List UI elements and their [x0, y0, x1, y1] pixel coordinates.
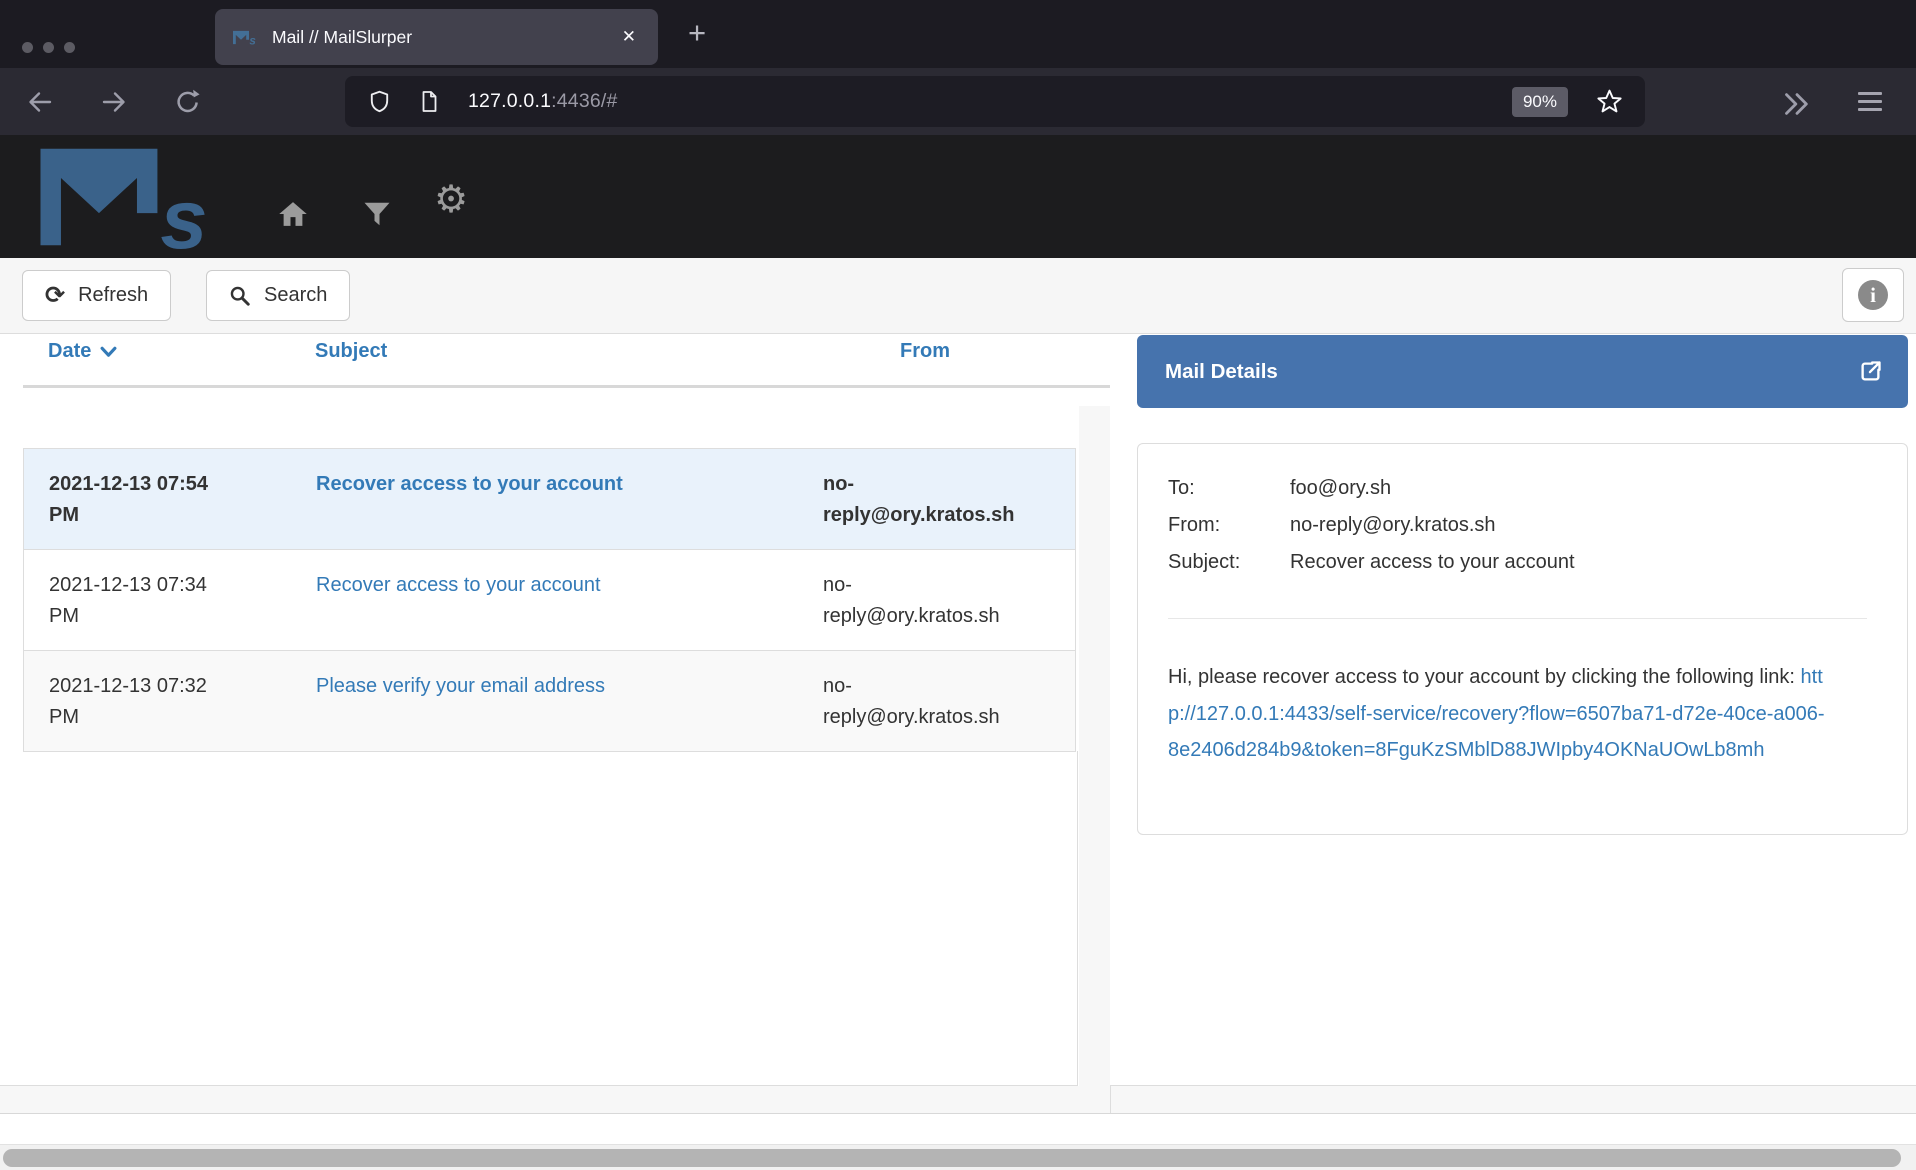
tab-bar: s Mail // MailSlurper ✕ +	[0, 0, 1916, 68]
mail-list-header: Date Subject From	[23, 340, 1110, 388]
settings-gear-icon[interactable]: ⚙	[434, 181, 468, 219]
window-control-dot[interactable]	[22, 42, 33, 53]
mail-body-text: Hi, please recover access to your accoun…	[1168, 666, 1801, 688]
bottom-strip	[0, 1086, 1916, 1114]
sort-desc-chevron-icon	[100, 346, 117, 358]
zoom-level-badge[interactable]: 90%	[1512, 87, 1568, 117]
reload-icon[interactable]	[174, 88, 202, 116]
window-control-dot[interactable]	[64, 42, 75, 53]
refresh-button[interactable]: ⟳ Refresh	[22, 270, 171, 321]
info-button[interactable]: i	[1842, 268, 1904, 322]
app-toolbar: ⟳ Refresh Search i	[0, 258, 1916, 334]
left-panel-border	[1077, 751, 1078, 1085]
mailslurper-favicon: s	[233, 29, 259, 46]
column-header-subject[interactable]: Subject	[307, 340, 805, 363]
mailslurper-logo[interactable]: s	[33, 140, 238, 254]
app-navbar: s ⚙	[0, 135, 1916, 258]
subject-value: Recover access to your account	[1290, 544, 1867, 581]
new-tab-button[interactable]: +	[688, 15, 706, 51]
home-icon[interactable]	[278, 199, 308, 229]
mail-row-from: no-reply@ory.kratos.sh	[798, 671, 1075, 733]
column-header-from[interactable]: From	[805, 340, 1110, 363]
back-icon[interactable]	[26, 88, 54, 116]
window-controls[interactable]	[22, 42, 75, 53]
forward-icon[interactable]	[100, 88, 128, 116]
mail-details-card: To: foo@ory.sh From: no-reply@ory.kratos…	[1137, 443, 1908, 835]
mail-details-title: Mail Details	[1165, 360, 1857, 384]
horizontal-scrollbar-thumb[interactable]	[3, 1149, 1901, 1167]
svg-text:s: s	[160, 171, 207, 254]
menu-hamburger-icon[interactable]	[1858, 92, 1882, 117]
search-button[interactable]: Search	[206, 270, 350, 321]
tab-title: Mail // MailSlurper	[272, 27, 618, 48]
mail-body: Hi, please recover access to your accoun…	[1168, 659, 1828, 769]
mail-details-header: Mail Details	[1137, 335, 1908, 408]
info-icon: i	[1858, 280, 1888, 310]
filter-funnel-icon[interactable]	[362, 199, 392, 229]
overflow-chevrons-icon[interactable]	[1783, 90, 1811, 118]
mail-row-date: 2021-12-13 07:54 PM	[24, 469, 308, 531]
to-label: To:	[1168, 470, 1290, 507]
refresh-icon: ⟳	[45, 284, 65, 308]
mail-row[interactable]: 2021-12-13 07:54 PM Recover access to yo…	[24, 449, 1075, 550]
horizontal-scrollbar	[0, 1144, 1916, 1170]
mail-list: 2021-12-13 07:54 PM Recover access to yo…	[23, 448, 1076, 752]
shield-icon[interactable]	[367, 89, 392, 114]
url-port-path: :4436/#	[551, 90, 617, 112]
mail-row[interactable]: 2021-12-13 07:34 PM Recover access to yo…	[24, 550, 1075, 651]
browser-window: s Mail // MailSlurper ✕ + 127.0.0.1:4	[0, 0, 1916, 1170]
from-value: no-reply@ory.kratos.sh	[1290, 507, 1867, 544]
refresh-label: Refresh	[78, 284, 148, 307]
url-bar[interactable]: 127.0.0.1:4436/# 90%	[345, 76, 1645, 127]
from-label: From:	[1168, 507, 1290, 544]
column-header-date[interactable]: Date	[23, 340, 307, 363]
mail-subject-link[interactable]: Recover access to your account	[316, 473, 623, 495]
tab-close-icon[interactable]: ✕	[618, 23, 640, 51]
url-toolbar: 127.0.0.1:4436/# 90%	[0, 68, 1916, 135]
mail-row-from: no-reply@ory.kratos.sh	[798, 469, 1075, 531]
page-icon[interactable]	[417, 89, 441, 114]
mail-subject-link[interactable]: Please verify your email address	[316, 675, 605, 697]
url-text: 127.0.0.1:4436/#	[468, 90, 618, 113]
search-icon	[229, 285, 251, 307]
to-value: foo@ory.sh	[1290, 470, 1867, 507]
browser-tab[interactable]: s Mail // MailSlurper ✕	[215, 9, 658, 65]
open-external-icon[interactable]	[1857, 358, 1884, 385]
search-label: Search	[264, 284, 327, 307]
panel-gutter	[1079, 406, 1110, 1113]
mail-row-from: no-reply@ory.kratos.sh	[798, 570, 1075, 632]
mail-row-date: 2021-12-13 07:34 PM	[24, 570, 308, 632]
mail-subject-link[interactable]: Recover access to your account	[316, 574, 601, 596]
panel-divider-line	[1110, 1086, 1111, 1113]
details-divider	[1168, 618, 1867, 619]
mail-row[interactable]: 2021-12-13 07:32 PM Please verify your e…	[24, 651, 1075, 751]
mail-row-date: 2021-12-13 07:32 PM	[24, 671, 308, 733]
window-control-dot[interactable]	[43, 42, 54, 53]
bookmark-star-icon[interactable]	[1596, 88, 1623, 115]
svg-text:s: s	[249, 34, 256, 46]
subject-label: Subject:	[1168, 544, 1290, 581]
url-host: 127.0.0.1	[468, 90, 551, 112]
